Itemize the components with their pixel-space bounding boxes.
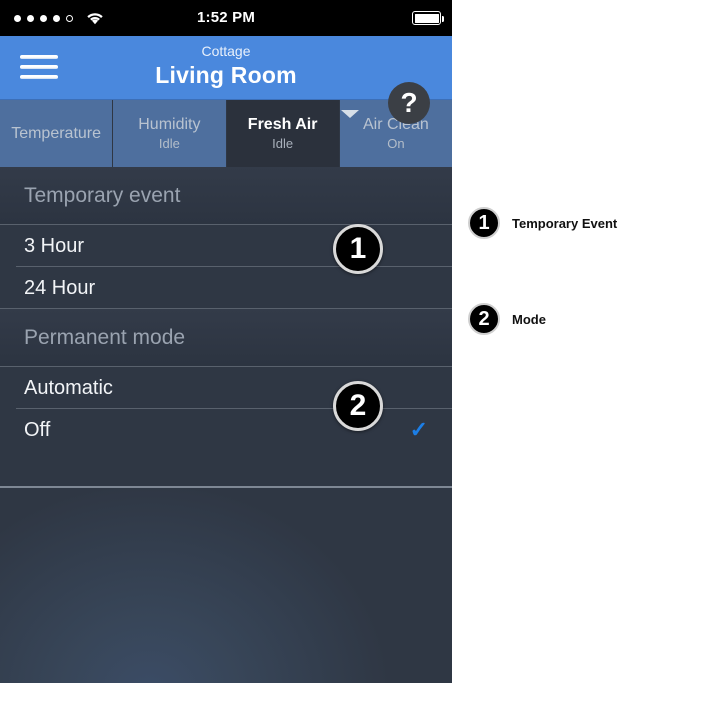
- nav-bar: Cottage Living Room ?: [0, 36, 452, 124]
- legend-item-temporary-event: 1 Temporary Event: [468, 207, 617, 239]
- tab-sublabel: Idle: [272, 136, 294, 151]
- nav-title-group: Cottage Living Room: [0, 42, 452, 90]
- tab-label: Humidity: [138, 116, 201, 133]
- tab-fresh-air[interactable]: Fresh Air Idle: [226, 100, 340, 167]
- hamburger-bar: [20, 55, 58, 59]
- tab-sublabel: On: [387, 136, 405, 151]
- hamburger-icon[interactable]: [20, 52, 58, 82]
- legend-label: Mode: [512, 311, 546, 327]
- status-bar-time: 1:52 PM: [196, 9, 256, 26]
- legend-badge-1: 1: [468, 207, 500, 239]
- phone-screen: 1:52 PM Cottage Living Room ? Temperatur…: [0, 0, 452, 683]
- legend-label: Temporary Event: [512, 215, 618, 231]
- callout-legend: 1 Temporary Event 2 Mode: [468, 0, 725, 725]
- battery-icon: [412, 11, 444, 25]
- empty-content-panel: [0, 486, 452, 683]
- status-bar-right: [412, 0, 444, 36]
- list-item-24-hour[interactable]: 24 Hour: [0, 267, 452, 309]
- hamburger-bar: [20, 65, 58, 69]
- help-button[interactable]: ?: [388, 82, 430, 124]
- section-header-temporary-event: Temporary event: [0, 167, 452, 225]
- nav-subtitle: Cottage: [201, 43, 251, 59]
- tab-label: Temperature: [11, 124, 102, 142]
- list-item-label: 24 Hour: [24, 276, 96, 299]
- tab-label: Fresh Air: [247, 116, 318, 133]
- list-item-automatic[interactable]: Automatic: [0, 367, 452, 409]
- tab-sublabel: Idle: [158, 136, 180, 151]
- hamburger-bar: [20, 75, 58, 79]
- list-item-3-hour[interactable]: 3 Hour: [0, 225, 452, 267]
- tab-bar: Temperature Humidity Idle Fresh Air Idle…: [0, 100, 452, 167]
- tab-temperature[interactable]: Temperature: [0, 100, 114, 167]
- callout-badge-2: 2: [333, 381, 383, 431]
- status-bar: 1:52 PM: [0, 0, 452, 36]
- callout-badge-1: 1: [333, 224, 383, 274]
- page-title: Living Room: [155, 62, 297, 88]
- checkmark-icon: ✓: [409, 417, 428, 442]
- tab-humidity[interactable]: Humidity Idle: [113, 100, 227, 167]
- list-item-off[interactable]: Off ✓: [0, 409, 452, 451]
- settings-list: Temporary event 3 Hour 24 Hour Permanent…: [0, 167, 452, 451]
- legend-item-mode: 2 Mode: [468, 303, 546, 335]
- section-header-permanent-mode: Permanent mode: [0, 309, 452, 367]
- legend-badge-2: 2: [468, 303, 500, 335]
- chevron-down-icon[interactable]: [341, 110, 359, 118]
